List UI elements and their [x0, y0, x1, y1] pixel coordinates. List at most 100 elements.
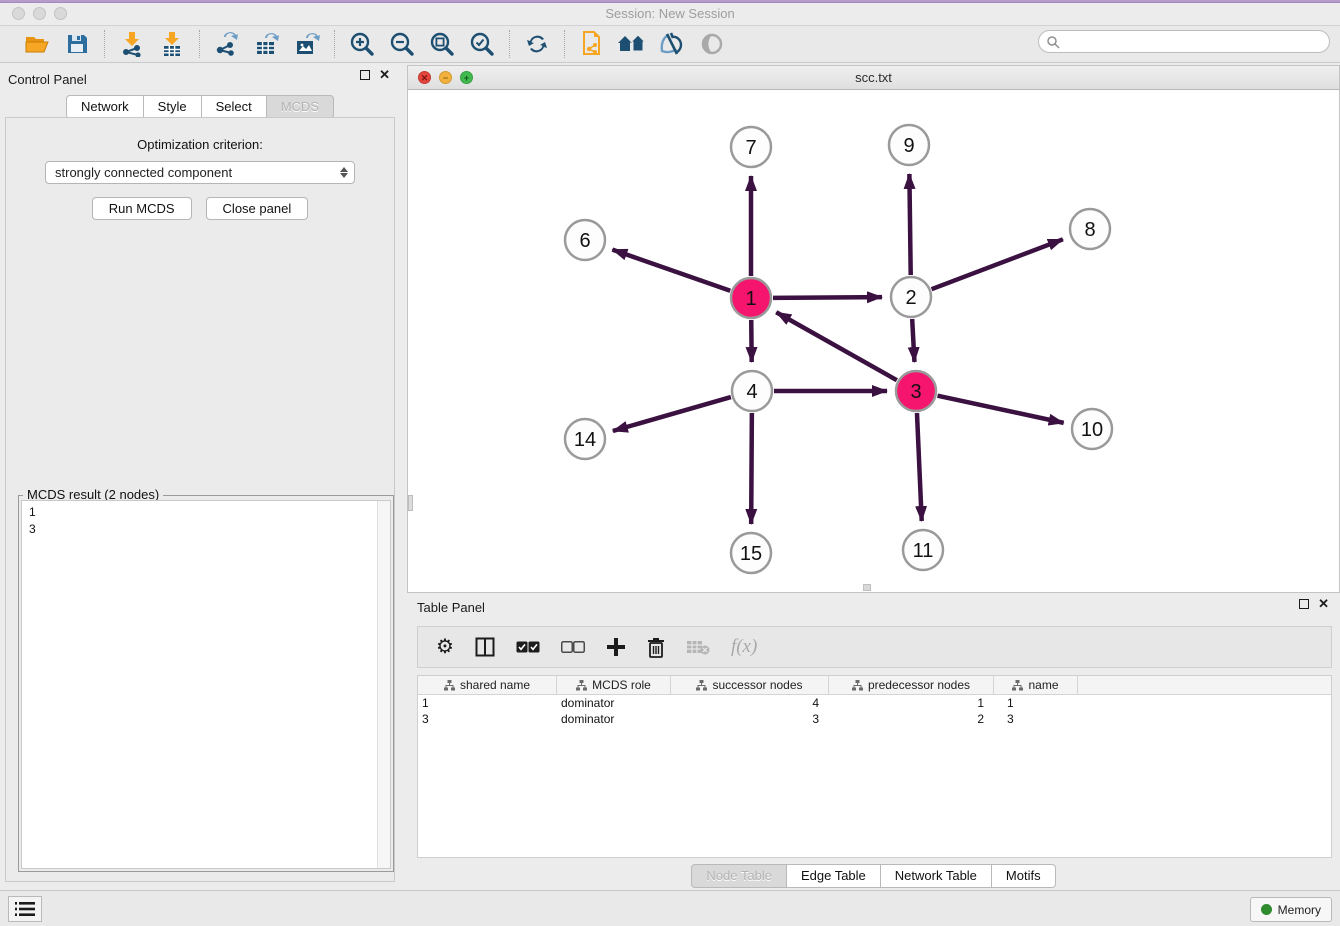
export-table-icon[interactable]: [252, 30, 282, 58]
zoom-out-icon[interactable]: [387, 30, 417, 58]
node-8[interactable]: 8: [1070, 209, 1110, 249]
cell[interactable]: 4: [671, 695, 829, 711]
mcds-panel: Optimization criterion: strongly connect…: [5, 117, 395, 882]
search-field[interactable]: [1038, 30, 1330, 53]
node-3[interactable]: 3: [896, 371, 936, 411]
tab-edge-table[interactable]: Edge Table: [787, 864, 881, 888]
save-session-icon[interactable]: [62, 30, 92, 58]
cell[interactable]: 3: [418, 711, 557, 727]
gear-icon[interactable]: ⚙: [436, 637, 454, 657]
edge-3-11[interactable]: [917, 413, 922, 521]
hide-panel-icon[interactable]: [657, 30, 687, 58]
export-image-icon[interactable]: [292, 30, 322, 58]
column-type-icon: [1012, 680, 1023, 691]
export-network-icon[interactable]: [212, 30, 242, 58]
edge-4-15[interactable]: [751, 413, 752, 524]
vertical-divider-handle[interactable]: [408, 495, 413, 511]
close-panel-icon[interactable]: ✕: [379, 70, 390, 80]
node-7[interactable]: 7: [731, 127, 771, 167]
table-row[interactable]: 1dominator411: [418, 695, 1331, 711]
delete-column-icon[interactable]: [647, 637, 665, 658]
table-row[interactable]: 3dominator323: [418, 711, 1331, 727]
network-canvas[interactable]: 7 9 6 8 1 2 4 3 14 10 15 11: [408, 90, 1339, 592]
edge-3-1[interactable]: [776, 312, 897, 380]
tab-node-table[interactable]: Node Table: [691, 864, 787, 888]
edge-2-9[interactable]: [909, 174, 910, 275]
open-session-icon[interactable]: [22, 30, 52, 58]
node-table[interactable]: shared name MCDS role successor nodesprede…: [417, 675, 1332, 858]
cell[interactable]: 1: [994, 695, 1078, 711]
column-header-label: shared name: [460, 678, 530, 692]
edge-2-3[interactable]: [912, 319, 914, 362]
control-panel-tabs: NetworkStyleSelectMCDS: [0, 95, 400, 119]
node-11[interactable]: 11: [903, 530, 943, 570]
delete-table-icon[interactable]: [686, 639, 710, 655]
cell[interactable]: 3: [671, 711, 829, 727]
column-header-MCDS-role[interactable]: MCDS role: [557, 676, 671, 694]
network-window-titlebar[interactable]: ✕ − + scc.txt: [408, 66, 1339, 90]
column-type-icon: [444, 680, 455, 691]
node-10[interactable]: 10: [1072, 409, 1112, 449]
zoom-selected-icon[interactable]: [467, 30, 497, 58]
result-scrollbar[interactable]: [377, 501, 390, 868]
cell[interactable]: 1: [418, 695, 557, 711]
unselect-all-icon[interactable]: [561, 641, 585, 654]
table-panel-title: Table Panel: [417, 600, 485, 615]
column-header-name[interactable]: name: [994, 676, 1078, 694]
edge-2-8[interactable]: [932, 239, 1063, 289]
visibility-icon[interactable]: [697, 30, 727, 58]
column-header-label: MCDS role: [592, 678, 651, 692]
edge-1-6[interactable]: [612, 250, 730, 291]
edge-4-14[interactable]: [613, 397, 731, 431]
tab-motifs[interactable]: Motifs: [992, 864, 1056, 888]
column-header-predecessor-nodes[interactable]: predecessor nodes: [829, 676, 994, 694]
share-document-icon[interactable]: [577, 30, 607, 58]
cell[interactable]: dominator: [557, 711, 671, 727]
control-panel: Control Panel ✕ NetworkStyleSelectMCDS O…: [0, 63, 400, 890]
cell[interactable]: 2: [829, 711, 994, 727]
import-network-icon[interactable]: [117, 30, 147, 58]
criterion-dropdown[interactable]: strongly connected component: [45, 161, 355, 184]
memory-button[interactable]: Memory: [1250, 897, 1332, 922]
task-history-button[interactable]: [8, 896, 42, 922]
tab-select[interactable]: Select: [202, 95, 267, 119]
cell[interactable]: dominator: [557, 695, 671, 711]
close-table-panel-icon[interactable]: ✕: [1318, 599, 1329, 609]
column-view-icon[interactable]: [475, 637, 495, 657]
tab-network[interactable]: Network: [66, 95, 144, 119]
zoom-fit-icon[interactable]: [427, 30, 457, 58]
node-15[interactable]: 15: [731, 533, 771, 573]
close-panel-button[interactable]: Close panel: [206, 197, 309, 220]
cell[interactable]: 1: [829, 695, 994, 711]
float-panel-icon[interactable]: [360, 70, 370, 80]
horizontal-divider-handle[interactable]: [863, 584, 871, 591]
float-table-panel-icon[interactable]: [1299, 599, 1309, 609]
node-6[interactable]: 6: [565, 220, 605, 260]
edge-1-2[interactable]: [773, 297, 882, 298]
add-column-icon[interactable]: [606, 637, 626, 657]
function-builder-icon[interactable]: f(x): [731, 636, 757, 658]
tab-mcds[interactable]: MCDS: [267, 95, 334, 119]
column-header-successor-nodes[interactable]: successor nodes: [671, 676, 829, 694]
node-4[interactable]: 4: [732, 371, 772, 411]
tab-style[interactable]: Style: [144, 95, 202, 119]
refresh-icon[interactable]: [522, 30, 552, 58]
svg-text:11: 11: [913, 540, 934, 562]
edge-3-10[interactable]: [938, 396, 1064, 423]
tab-network-table[interactable]: Network Table: [881, 864, 992, 888]
column-header-shared-name[interactable]: shared name: [418, 676, 557, 694]
select-all-icon[interactable]: [516, 641, 540, 654]
node-9[interactable]: 9: [889, 125, 929, 165]
cell[interactable]: 3: [994, 711, 1078, 727]
zoom-in-icon[interactable]: [347, 30, 377, 58]
home-icon[interactable]: [617, 30, 647, 58]
memory-status-icon: [1261, 904, 1272, 915]
node-1[interactable]: 1: [731, 278, 771, 318]
import-table-icon[interactable]: [157, 30, 187, 58]
search-input[interactable]: [1064, 33, 1329, 51]
memory-label: Memory: [1278, 903, 1321, 917]
node-2[interactable]: 2: [891, 277, 931, 317]
node-14[interactable]: 14: [565, 419, 605, 459]
run-mcds-button[interactable]: Run MCDS: [92, 197, 192, 220]
mcds-result-area[interactable]: 13: [21, 500, 391, 869]
